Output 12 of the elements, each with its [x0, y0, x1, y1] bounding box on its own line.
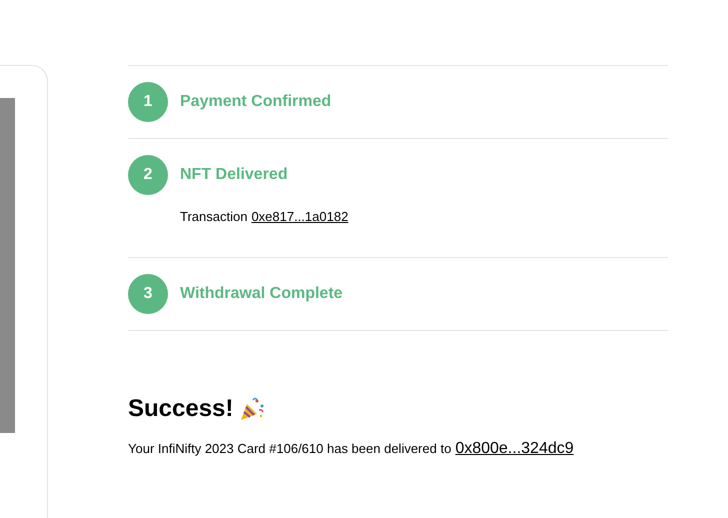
step-number: 2 — [128, 155, 168, 195]
step-number: 1 — [128, 82, 168, 122]
success-title: Success! — [128, 394, 234, 424]
transaction-link[interactable]: 0xe817...1a0182 — [251, 207, 348, 226]
address-link[interactable]: 0x800e...324dc9 — [455, 436, 574, 460]
step-title: Payment Confirmed — [180, 92, 332, 112]
transaction-label: Transaction — [180, 208, 248, 226]
party-popper-icon — [239, 396, 266, 422]
success-message: Your InfiNifty 2023 Card #106/610 has been delivered to — [128, 440, 452, 458]
step-number: 3 — [128, 274, 168, 314]
step-title: Withdrawal Complete — [180, 284, 343, 304]
step-title: NFT Delivered — [180, 165, 288, 185]
